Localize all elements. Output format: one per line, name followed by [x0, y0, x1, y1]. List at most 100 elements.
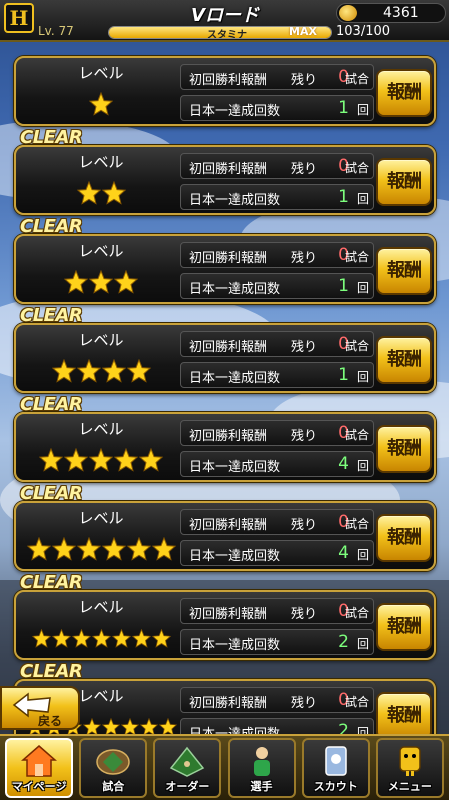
- level-label: レベル: [78, 420, 124, 438]
- remaining-label: 残り: [291, 162, 318, 177]
- nav-match[interactable]: 試合: [79, 738, 148, 798]
- championship-count: 4: [338, 543, 349, 563]
- star-icon: [31, 628, 51, 648]
- stamina-value: 103/100: [336, 24, 391, 39]
- nav-order[interactable]: オーダー: [153, 738, 222, 798]
- star-icon: [126, 359, 151, 383]
- star-icon: [39, 448, 63, 472]
- first-win-reward-label: 初回勝利報酬: [189, 251, 268, 266]
- star-icon: [101, 359, 126, 383]
- coin-icon: [339, 5, 357, 21]
- nav-menu[interactable]: メニュー: [375, 738, 444, 798]
- star-icon: [71, 628, 91, 648]
- championship-count-row: 日本一達成回数 1 回: [180, 184, 374, 210]
- first-win-reward-row: 初回勝利報酬 残り 0 試合: [180, 153, 374, 179]
- championship-count: 2: [338, 632, 349, 652]
- star-icon: [51, 359, 76, 383]
- first-win-reward-row: 初回勝利報酬 残り 0 試合: [180, 687, 374, 713]
- championship-count-row: 日本一達成回数 2回: [180, 629, 374, 655]
- team-logo-icon: H: [4, 3, 34, 33]
- first-win-reward-label: 初回勝利報酬: [189, 607, 268, 622]
- v-road-level-card: レベル 初回勝利報酬 残り 0 試合 日本一達成回数 1 回報酬: [14, 323, 436, 393]
- remaining-label: 残り: [291, 607, 318, 622]
- championship-count-row: 日本一達成回数 1 回: [180, 95, 374, 121]
- star-icon: [101, 181, 126, 205]
- stamina-bar: スタミナ MAX: [108, 26, 332, 39]
- star-icon: [89, 270, 113, 294]
- menu-mascot-icon: [399, 746, 421, 776]
- championship-count-label: 日本一達成回数: [189, 193, 281, 208]
- games-unit: 試合: [344, 250, 369, 264]
- v-road-level-card: レベル 初回勝利報酬 残り 0 試合 日本一達成回数 1 回報酬: [14, 145, 436, 215]
- championship-count: 1: [338, 365, 349, 385]
- top-status-bar: H Vロード Lv. 77 スタミナ MAX 103/100 4361: [0, 0, 449, 42]
- games-unit: 試合: [344, 695, 369, 709]
- reward-button[interactable]: 報酬: [376, 692, 432, 740]
- nav-scout[interactable]: スカウト: [301, 738, 370, 798]
- player-level: Lv. 77: [38, 24, 74, 38]
- reward-button[interactable]: 報酬: [376, 247, 432, 295]
- championship-count: 4: [338, 454, 349, 474]
- mypage-icon: [21, 745, 58, 777]
- star-icon: [76, 537, 101, 561]
- reward-button[interactable]: 報酬: [376, 514, 432, 562]
- games-unit: 試合: [344, 72, 369, 86]
- bottom-navigation: マイページ 試合 オーダー 選手 スカウト メニュー: [0, 734, 449, 800]
- star-icon: [114, 270, 138, 294]
- difficulty-stars: [20, 179, 182, 207]
- star-icon: [114, 448, 138, 472]
- reward-button[interactable]: 報酬: [376, 336, 432, 384]
- championship-count-label: 日本一達成回数: [189, 549, 281, 564]
- back-button[interactable]: 戻る: [0, 686, 80, 730]
- order-field-icon: [170, 746, 205, 777]
- championship-count-row: 日本一達成回数 1 回: [180, 273, 374, 299]
- difficulty-stars: [20, 535, 182, 563]
- championship-count: 1: [338, 276, 349, 296]
- games-unit: 試合: [344, 606, 369, 620]
- coin-count: 4361: [383, 5, 419, 21]
- difficulty-stars: [20, 268, 182, 296]
- v-road-level-card: レベル 初回勝利報酬 残り 0 試合 日本一達成回数 1 回報酬: [14, 234, 436, 304]
- times-unit: 回: [356, 637, 369, 651]
- first-win-reward-label: 初回勝利報酬: [189, 162, 268, 177]
- remaining-label: 残り: [291, 251, 318, 266]
- games-unit: 試合: [344, 428, 369, 442]
- difficulty-stars: [20, 624, 182, 652]
- difficulty-stars: [20, 90, 182, 118]
- coin-counter[interactable]: 4361: [336, 3, 446, 23]
- star-icon: [139, 448, 163, 472]
- reward-button[interactable]: 報酬: [376, 603, 432, 651]
- v-road-level-card: レベル 初回勝利報酬 残り 0 試合 日本一達成回数 4 回報酬: [14, 501, 436, 571]
- reward-button[interactable]: 報酬: [376, 69, 432, 117]
- championship-count-label: 日本一達成回数: [189, 460, 281, 475]
- championship-count-row: 日本一達成回数 1 回: [180, 362, 374, 388]
- reward-button[interactable]: 報酬: [376, 425, 432, 473]
- championship-count-label: 日本一達成回数: [189, 638, 281, 653]
- nav-label: スカウト: [313, 780, 358, 793]
- v-road-level-card: レベル 初回勝利報酬 残り 0 試合 日本一達成回数 1 回報酬: [14, 56, 436, 126]
- stamina-label: スタミナ: [207, 30, 247, 39]
- first-win-reward-label: 初回勝利報酬: [189, 429, 268, 444]
- star-icon: [76, 359, 101, 383]
- first-win-reward-row: 初回勝利報酬 残り 0 試合: [180, 242, 374, 268]
- first-win-reward-label: 初回勝利報酬: [189, 518, 268, 533]
- remaining-label: 残り: [291, 696, 318, 711]
- scout-card-icon: [324, 746, 347, 776]
- difficulty-stars: [20, 357, 182, 385]
- games-unit: 試合: [344, 517, 369, 531]
- star-icon: [51, 628, 71, 648]
- championship-count-label: 日本一達成回数: [189, 371, 281, 386]
- star-icon: [64, 270, 88, 294]
- nav-mypage[interactable]: マイページ: [5, 738, 74, 798]
- level-label: レベル: [78, 331, 124, 349]
- nav-label: オーダー: [165, 780, 210, 793]
- level-label: レベル: [78, 598, 124, 616]
- nav-label: 試合: [102, 780, 125, 793]
- star-icon: [151, 537, 176, 561]
- star-icon: [131, 628, 151, 648]
- star-icon: [91, 628, 111, 648]
- nav-players[interactable]: 選手: [227, 738, 296, 798]
- championship-count-row: 日本一達成回数 4 回: [180, 451, 374, 477]
- reward-button[interactable]: 報酬: [376, 158, 432, 206]
- first-win-reward-label: 初回勝利報酬: [189, 696, 268, 711]
